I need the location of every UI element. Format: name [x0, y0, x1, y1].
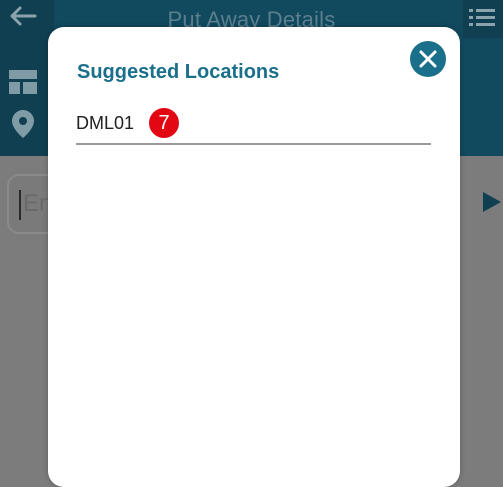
location-count-badge: 7: [149, 108, 179, 138]
location-code: DML01: [76, 113, 135, 133]
text-caret: [19, 190, 21, 220]
dialog-title: Suggested Locations: [77, 61, 280, 83]
menu-button[interactable]: [463, 0, 503, 38]
layout-icon[interactable]: [9, 70, 37, 94]
location-list-item[interactable]: DML01 7: [76, 107, 431, 145]
submit-arrow-icon[interactable]: [481, 190, 503, 214]
close-button[interactable]: [410, 41, 446, 77]
list-menu-icon: [469, 9, 495, 26]
close-icon: [419, 50, 437, 68]
location-pin-icon[interactable]: [12, 110, 34, 138]
sidebar: [0, 38, 54, 156]
suggested-locations-dialog: Suggested Locations DML01 7: [48, 27, 460, 487]
